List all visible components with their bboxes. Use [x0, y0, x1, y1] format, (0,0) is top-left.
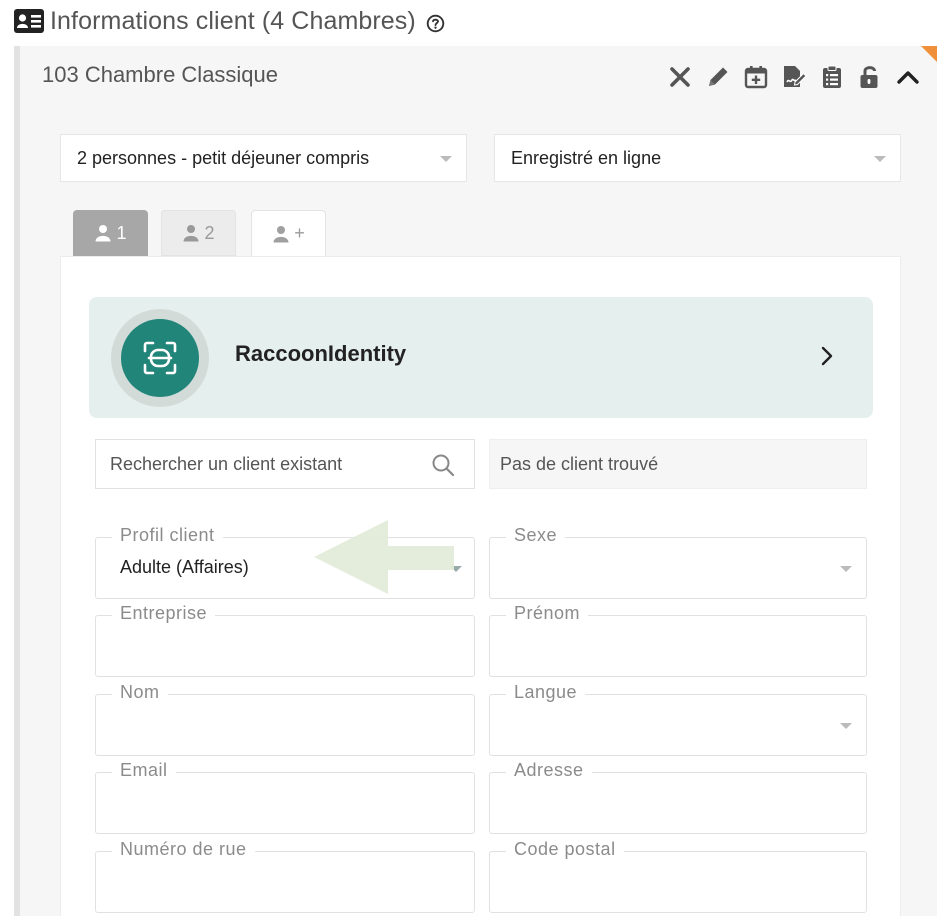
chevron-down-icon [440, 156, 452, 162]
chevron-down-icon [840, 566, 852, 572]
raccoon-identity-banner[interactable]: RaccoonIdentity [89, 297, 873, 418]
edit-button[interactable] [703, 62, 733, 92]
code-postal-field[interactable]: Code postal [489, 839, 867, 913]
email-label: Email [112, 760, 176, 781]
client-search-input[interactable] [96, 440, 416, 488]
checklist-button[interactable] [817, 62, 847, 92]
room-title: 103 Chambre Classique [42, 62, 279, 87]
chevron-down-icon [874, 156, 886, 162]
raccoon-logo [111, 309, 209, 407]
prenom-label: Prénom [506, 603, 589, 624]
numero-rue-label: Numéro de rue [112, 839, 255, 860]
email-field[interactable]: Email [95, 760, 475, 834]
delete-button[interactable] [665, 62, 695, 92]
raccoon-identity-label: RaccoonIdentity [235, 341, 407, 366]
entreprise-field[interactable]: Entreprise [95, 603, 475, 677]
nom-label: Nom [112, 682, 168, 703]
sexe-label: Sexe [506, 525, 566, 546]
user-icon [95, 225, 111, 242]
clipboard-list-icon [823, 65, 841, 88]
id-card-icon [14, 9, 44, 33]
collapse-button[interactable] [893, 62, 923, 92]
help-circle-icon[interactable] [426, 14, 445, 33]
tab-add-guest[interactable]: + [251, 210, 326, 256]
tab-guest-1-label: 1 [116, 222, 127, 243]
sign-button[interactable] [779, 62, 809, 92]
profil-client-select[interactable]: Profil client Adulte (Affaires) [95, 525, 475, 599]
prenom-field[interactable]: Prénom [489, 603, 867, 677]
adresse-label: Adresse [506, 760, 592, 781]
room-toolbar [665, 62, 923, 92]
close-icon [670, 67, 690, 87]
sexe-select[interactable]: Sexe [489, 525, 867, 599]
tab-add-guest-label: + [294, 223, 305, 243]
checkin-status-select[interactable]: Enregistré en ligne [494, 134, 901, 182]
tab-guest-1[interactable]: 1 [73, 210, 148, 256]
face-scan-icon [143, 341, 177, 375]
pencil-icon [709, 67, 728, 86]
code-postal-label: Code postal [506, 839, 624, 860]
guest-form-card: RaccoonIdentity Pas de client trouvé Pro… [60, 256, 901, 916]
chevron-right-icon [821, 346, 833, 366]
entreprise-label: Entreprise [112, 603, 216, 624]
unlock-button[interactable] [855, 62, 885, 92]
profil-client-label: Profil client [112, 525, 223, 546]
page-title: Informations client (4 Chambres) [50, 6, 416, 35]
langue-label: Langue [506, 682, 586, 703]
adresse-field[interactable]: Adresse [489, 760, 867, 834]
tab-guest-2-label: 2 [204, 222, 215, 243]
rate-plan-select[interactable]: 2 personnes - petit déjeuner compris [60, 134, 467, 182]
rate-plan-value: 2 personnes - petit déjeuner compris [77, 147, 370, 168]
room-panel: 103 Chambre Classique 2 personnes - peti… [14, 46, 937, 916]
user-icon [273, 225, 289, 242]
search-icon[interactable] [430, 452, 456, 478]
add-date-button[interactable] [741, 62, 771, 92]
corner-marker [921, 46, 937, 62]
checkin-status-value: Enregistré en ligne [511, 147, 662, 168]
nom-field[interactable]: Nom [95, 682, 475, 756]
numero-rue-field[interactable]: Numéro de rue [95, 839, 475, 913]
client-search [95, 439, 475, 489]
calendar-plus-icon [744, 66, 768, 89]
user-icon [183, 225, 199, 242]
tab-guest-2[interactable]: 2 [161, 210, 236, 256]
signature-icon [784, 66, 807, 87]
search-result-box: Pas de client trouvé [489, 439, 867, 489]
no-client-found-text: Pas de client trouvé [500, 453, 659, 474]
section-header: Informations client (4 Chambres) [14, 4, 445, 38]
unlock-icon [860, 66, 878, 88]
chevron-down-icon [450, 566, 462, 572]
profil-client-value: Adulte (Affaires) [120, 557, 249, 577]
chevron-down-icon [840, 723, 852, 729]
chevron-up-icon [897, 71, 919, 84]
langue-select[interactable]: Langue [489, 682, 867, 756]
